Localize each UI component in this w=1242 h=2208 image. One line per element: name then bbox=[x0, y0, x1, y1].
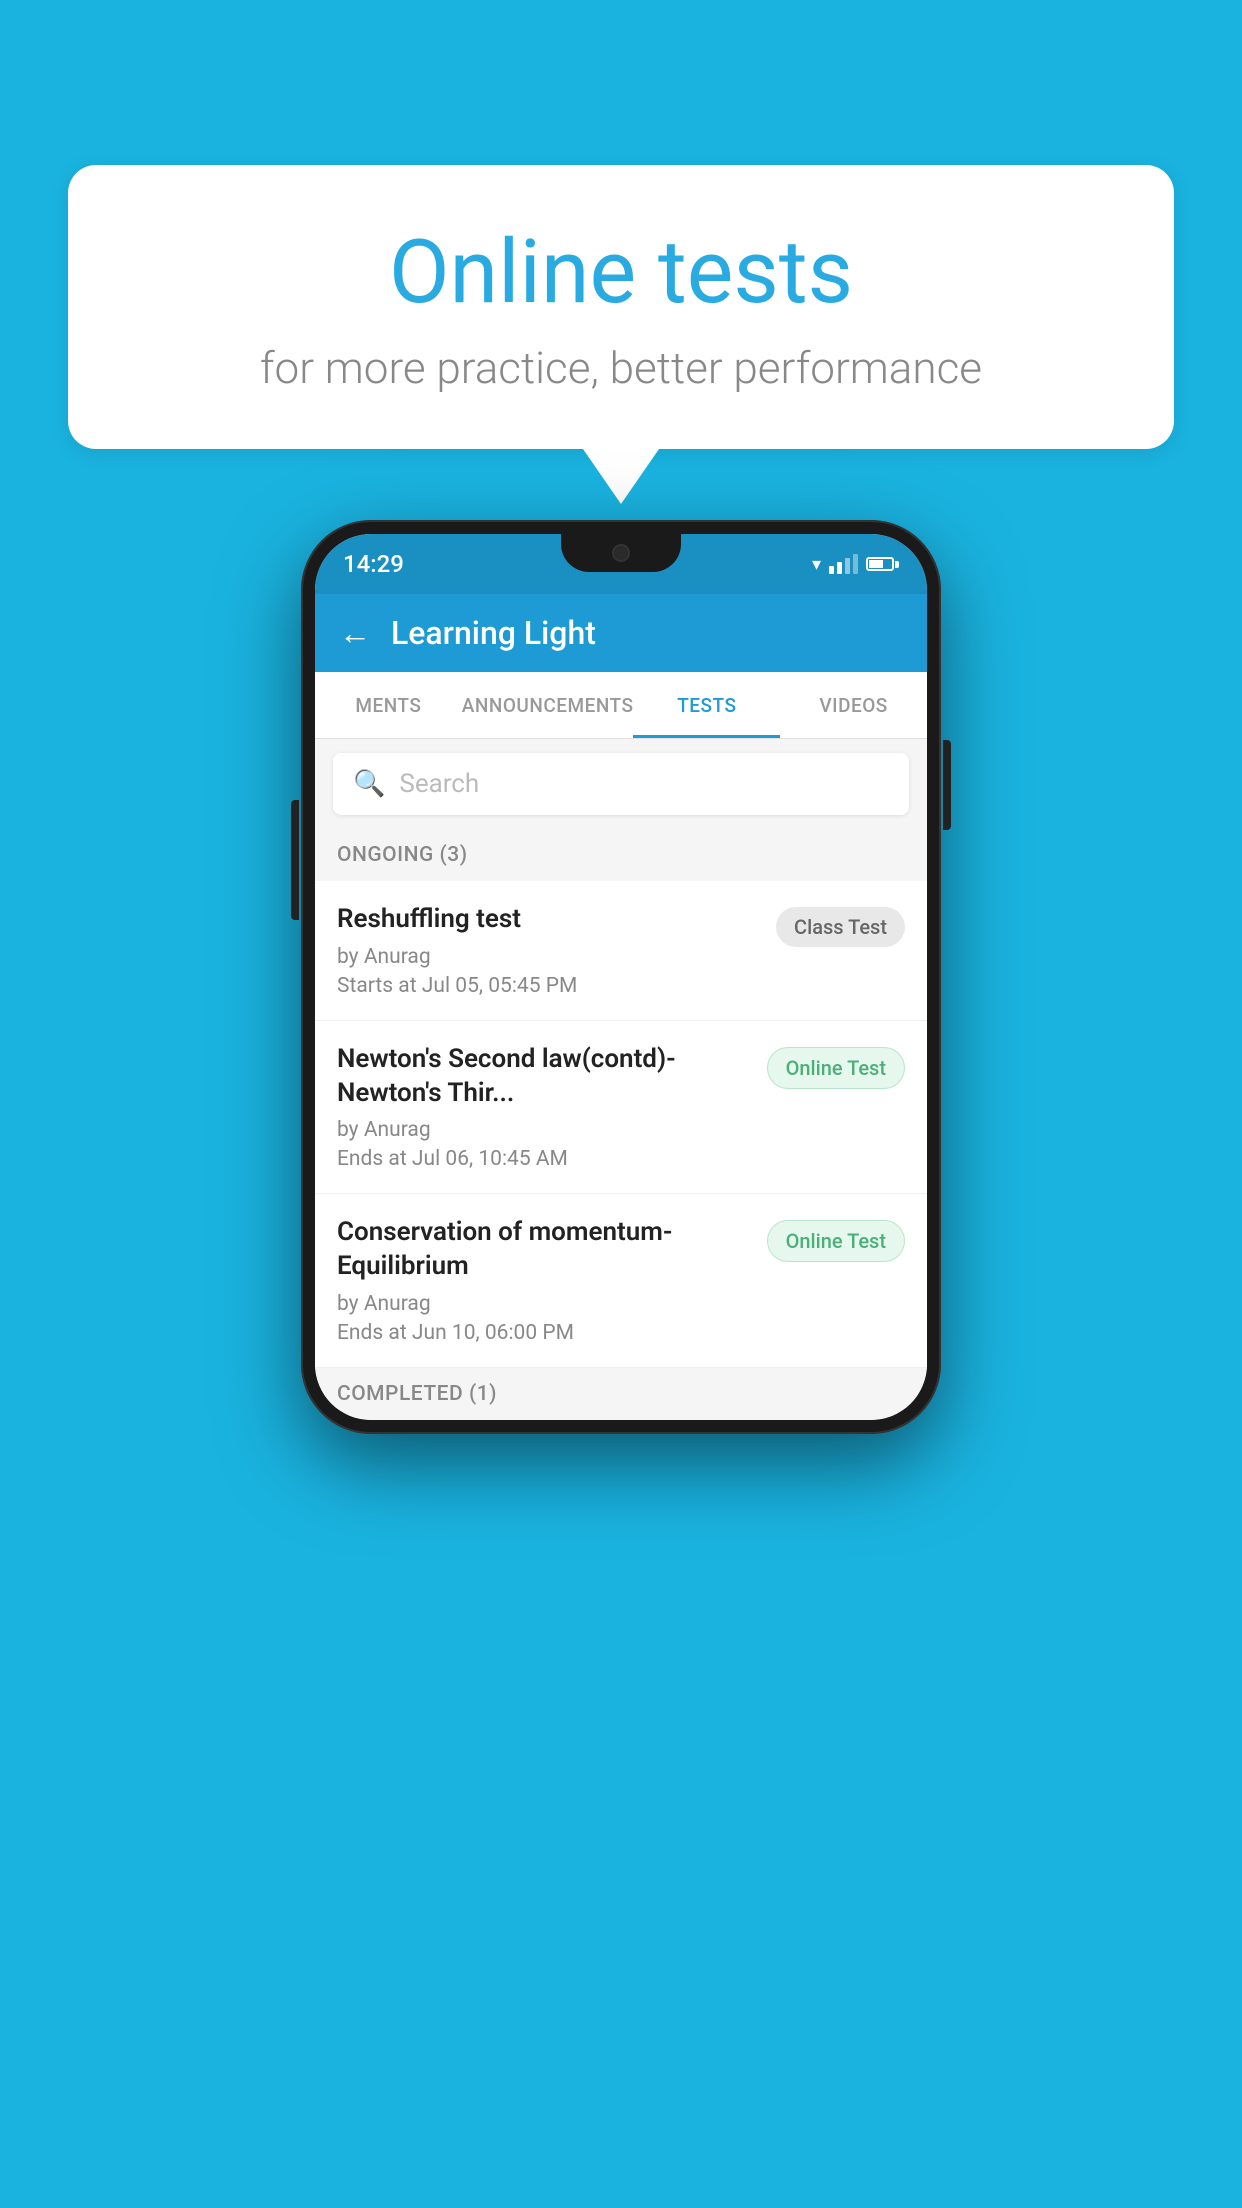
test-item-3[interactable]: Conservation of momentum-Equilibrium by … bbox=[315, 1194, 927, 1368]
test-name-3: Conservation of momentum-Equilibrium bbox=[337, 1216, 751, 1284]
battery-icon bbox=[866, 557, 899, 571]
app-title: Learning Light bbox=[391, 614, 596, 652]
search-icon: 🔍 bbox=[353, 769, 385, 799]
test-name-2: Newton's Second law(contd)-Newton's Thir… bbox=[337, 1043, 751, 1111]
tab-tests[interactable]: TESTS bbox=[633, 672, 780, 738]
test-item-1[interactable]: Reshuffling test by Anurag Starts at Jul… bbox=[315, 881, 927, 1021]
test-date-1: Starts at Jul 05, 05:45 PM bbox=[337, 974, 760, 998]
back-button[interactable]: ← bbox=[339, 614, 371, 652]
search-bar[interactable]: 🔍 Search bbox=[333, 753, 909, 815]
test-date-3: Ends at Jun 10, 06:00 PM bbox=[337, 1321, 751, 1345]
test-badge-3: Online Test bbox=[767, 1220, 905, 1262]
test-by-3: by Anurag bbox=[337, 1292, 751, 1316]
phone-screen: 14:29 ▾ ← Learning Lig bbox=[315, 534, 927, 1420]
search-placeholder: Search bbox=[399, 769, 479, 799]
ongoing-section-header: ONGOING (3) bbox=[315, 829, 927, 881]
app-bar: ← Learning Light bbox=[315, 594, 927, 672]
phone-wrapper: 14:29 ▾ ← Learning Lig bbox=[301, 520, 941, 1434]
front-camera bbox=[612, 544, 630, 562]
test-list: Reshuffling test by Anurag Starts at Jul… bbox=[315, 881, 927, 1368]
tabs-bar: MENTS ANNOUNCEMENTS TESTS VIDEOS bbox=[315, 672, 927, 739]
test-info-3: Conservation of momentum-Equilibrium by … bbox=[337, 1216, 751, 1345]
status-time: 14:29 bbox=[343, 550, 404, 578]
bubble-title: Online tests bbox=[148, 225, 1094, 322]
test-item-2[interactable]: Newton's Second law(contd)-Newton's Thir… bbox=[315, 1021, 927, 1195]
tab-ments[interactable]: MENTS bbox=[315, 672, 462, 738]
test-name-1: Reshuffling test bbox=[337, 903, 760, 937]
notch bbox=[561, 534, 681, 572]
phone-outer: 14:29 ▾ ← Learning Lig bbox=[301, 520, 941, 1434]
signal-icon bbox=[829, 554, 858, 574]
test-by-1: by Anurag bbox=[337, 945, 760, 969]
test-date-2: Ends at Jul 06, 10:45 AM bbox=[337, 1147, 751, 1171]
wifi-icon: ▾ bbox=[812, 554, 821, 575]
speech-bubble-tail bbox=[583, 449, 659, 504]
status-icons: ▾ bbox=[812, 554, 899, 575]
bubble-subtitle: for more practice, better performance bbox=[148, 342, 1094, 394]
status-bar: 14:29 ▾ bbox=[315, 534, 927, 594]
speech-bubble-container: Online tests for more practice, better p… bbox=[68, 165, 1174, 504]
search-bar-wrapper: 🔍 Search bbox=[315, 739, 927, 829]
speech-bubble: Online tests for more practice, better p… bbox=[68, 165, 1174, 449]
test-badge-1: Class Test bbox=[776, 907, 905, 947]
test-badge-2: Online Test bbox=[767, 1047, 905, 1089]
test-by-2: by Anurag bbox=[337, 1118, 751, 1142]
test-info-2: Newton's Second law(contd)-Newton's Thir… bbox=[337, 1043, 751, 1172]
test-info-1: Reshuffling test by Anurag Starts at Jul… bbox=[337, 903, 760, 998]
tab-announcements[interactable]: ANNOUNCEMENTS bbox=[462, 672, 634, 738]
completed-section-header: COMPLETED (1) bbox=[315, 1368, 927, 1420]
tab-videos[interactable]: VIDEOS bbox=[780, 672, 927, 738]
